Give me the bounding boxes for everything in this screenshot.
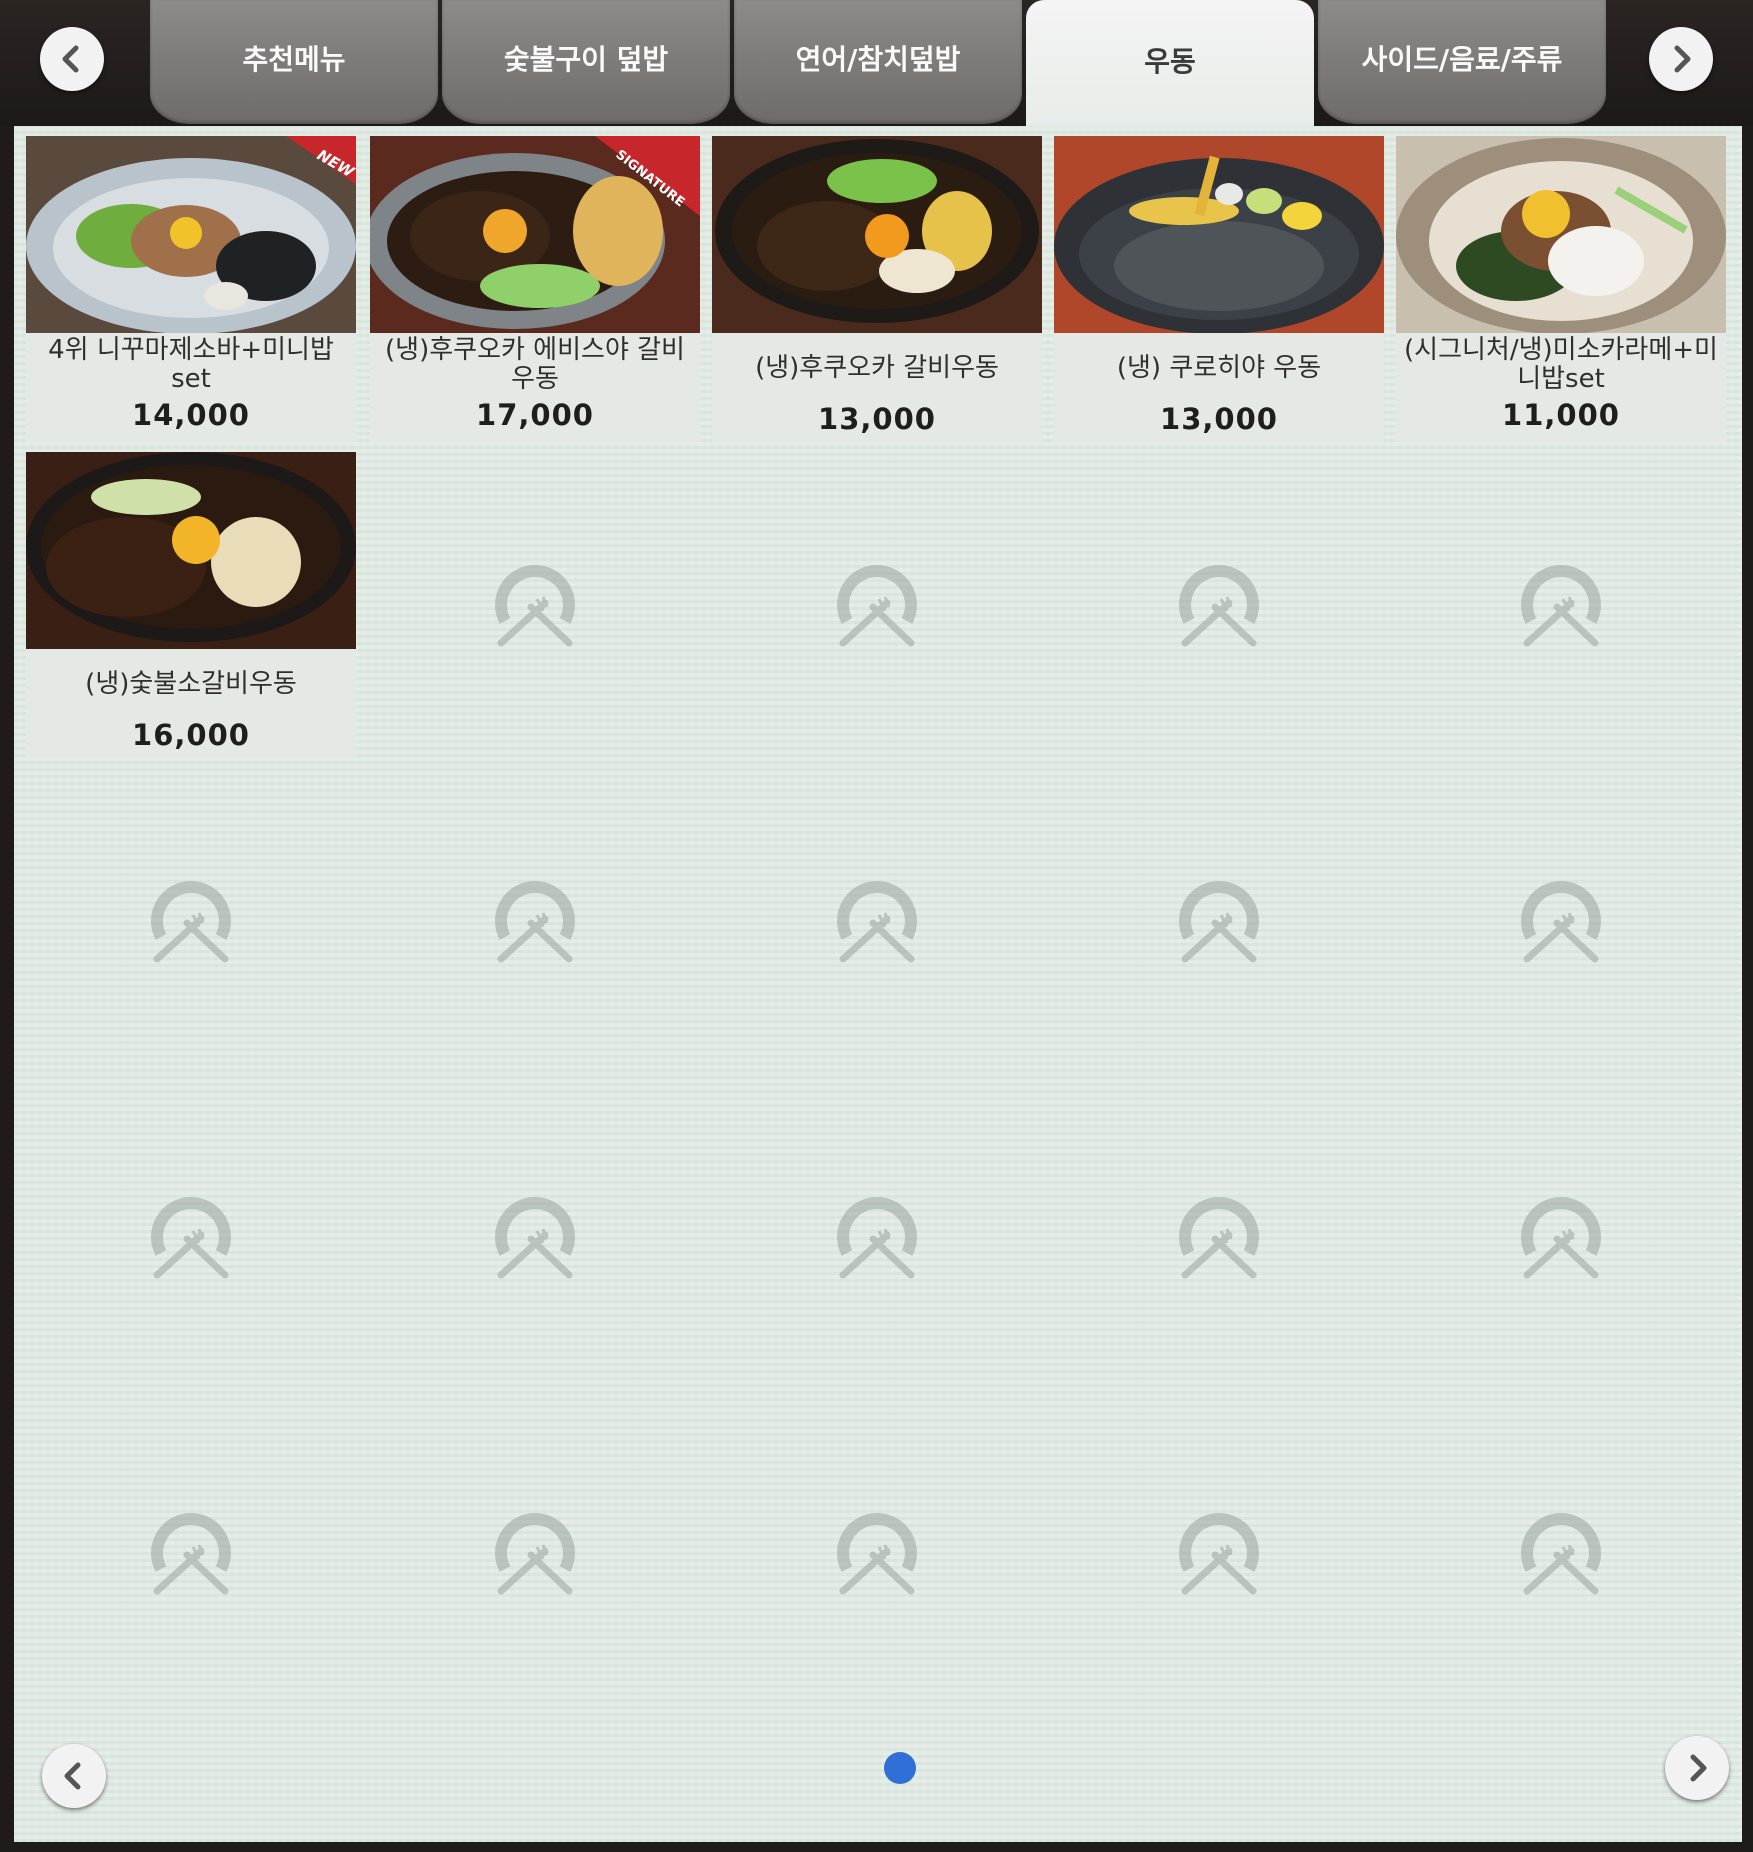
restaurant-logo-icon: [495, 1197, 575, 1279]
menu-item-photo: [712, 136, 1042, 333]
empty-menu-slot: [1396, 1084, 1726, 1390]
chevron-right-icon: [1674, 45, 1691, 73]
menu-item-name: (냉) 쿠로히야 우동: [1116, 353, 1322, 383]
restaurant-logo-icon: [837, 565, 917, 647]
empty-menu-slot: [1054, 1400, 1384, 1706]
menu-item-price: 14,000: [132, 398, 250, 432]
restaurant-logo-icon: [837, 1197, 917, 1279]
tab-recommended[interactable]: 추천메뉴: [150, 0, 438, 124]
restaurant-logo-icon: [151, 881, 231, 963]
page-indicator-dot: [884, 1752, 916, 1784]
restaurant-logo-icon: [151, 1197, 231, 1279]
empty-menu-slot: [26, 768, 356, 1074]
tab-charcoal-rice-bowl[interactable]: 숯불구이 덮밥: [442, 0, 730, 124]
tab-salmon-tuna-bowl[interactable]: 연어/참치덮밥: [734, 0, 1022, 124]
menu-item-name: (냉)후쿠오카 에비스야 갈비우동: [385, 335, 685, 394]
menu-item-card[interactable]: (냉) 쿠로히야 우동 13,000: [1054, 136, 1384, 442]
menu-item-price: 17,000: [476, 398, 594, 432]
menu-item-name: (시그니처/냉)미소카라메+미니밥set: [1404, 335, 1718, 394]
screen-bezel: [0, 1842, 1753, 1852]
empty-menu-slot: [1054, 768, 1384, 1074]
empty-menu-slot: [1396, 1400, 1726, 1706]
menu-item-name: (냉)숯불소갈비우동: [85, 669, 297, 699]
tab-side-drink-liquor[interactable]: 사이드/음료/주류: [1318, 0, 1606, 124]
menu-item-card[interactable]: (냉)숯불소갈비우동 16,000: [26, 452, 356, 758]
restaurant-logo-icon: [495, 565, 575, 647]
restaurant-logo-icon: [1521, 1513, 1601, 1595]
menu-item-card[interactable]: NEW 4위 니꾸마제소바+미니밥set 14,000: [26, 136, 356, 442]
restaurant-logo-icon: [1521, 881, 1601, 963]
empty-menu-slot: [370, 768, 700, 1074]
menu-item-photo: [26, 452, 356, 649]
menu-item-price: 16,000: [132, 718, 250, 752]
menu-item-photo: SIGNATURE: [370, 136, 700, 333]
empty-menu-slot: [1054, 1084, 1384, 1390]
menu-item-photo: [1396, 136, 1726, 333]
restaurant-logo-icon: [151, 1513, 231, 1595]
restaurant-logo-icon: [1179, 1197, 1259, 1279]
tab-udon[interactable]: 우동: [1026, 0, 1314, 128]
tab-next-button[interactable]: [1649, 27, 1713, 91]
tab-prev-button[interactable]: [40, 27, 104, 91]
menu-item-price: 13,000: [1160, 402, 1278, 436]
empty-menu-slot: [370, 452, 700, 758]
empty-menu-slot: [26, 1084, 356, 1390]
chevron-left-icon: [62, 45, 79, 73]
page-next-button[interactable]: [1665, 1736, 1729, 1800]
empty-menu-slot: [712, 452, 1042, 758]
category-tab-bar: 추천메뉴 숯불구이 덮밥 연어/참치덮밥 우동 사이드/음료/주류: [0, 0, 1753, 128]
menu-item-photo: NEW: [26, 136, 356, 333]
menu-item-price: 11,000: [1502, 398, 1620, 432]
restaurant-logo-icon: [1179, 565, 1259, 647]
empty-menu-slot: [370, 1084, 700, 1390]
empty-menu-slot: [1054, 452, 1384, 758]
menu-item-price: 13,000: [818, 402, 936, 436]
page-prev-button[interactable]: [42, 1744, 106, 1808]
menu-item-card[interactable]: SIGNATURE (냉)후쿠오카 에비스야 갈비우동 17,000: [370, 136, 700, 442]
menu-item-card[interactable]: (시그니처/냉)미소카라메+미니밥set 11,000: [1396, 136, 1726, 442]
empty-menu-slot: [26, 1400, 356, 1706]
empty-menu-slot: [370, 1400, 700, 1706]
restaurant-logo-icon: [837, 1513, 917, 1595]
empty-menu-slot: [712, 768, 1042, 1074]
restaurant-logo-icon: [1179, 881, 1259, 963]
menu-item-card[interactable]: (냉)후쿠오카 갈비우동 13,000: [712, 136, 1042, 442]
restaurant-logo-icon: [1179, 1513, 1259, 1595]
restaurant-logo-icon: [1521, 1197, 1601, 1279]
menu-panel: NEW 4위 니꾸마제소바+미니밥set 14,000 SIGNATURE (냉…: [14, 126, 1742, 1842]
menu-item-name: (냉)후쿠오카 갈비우동: [755, 353, 999, 383]
restaurant-logo-icon: [495, 881, 575, 963]
empty-menu-slot: [712, 1084, 1042, 1390]
empty-menu-slot: [1396, 452, 1726, 758]
restaurant-logo-icon: [837, 881, 917, 963]
chevron-right-icon: [1690, 1754, 1707, 1782]
chevron-left-icon: [64, 1762, 81, 1790]
restaurant-logo-icon: [495, 1513, 575, 1595]
restaurant-logo-icon: [1521, 565, 1601, 647]
menu-item-photo: [1054, 136, 1384, 333]
empty-menu-slot: [1396, 768, 1726, 1074]
menu-item-name: 4위 니꾸마제소바+미니밥set: [48, 335, 334, 394]
empty-menu-slot: [712, 1400, 1042, 1706]
